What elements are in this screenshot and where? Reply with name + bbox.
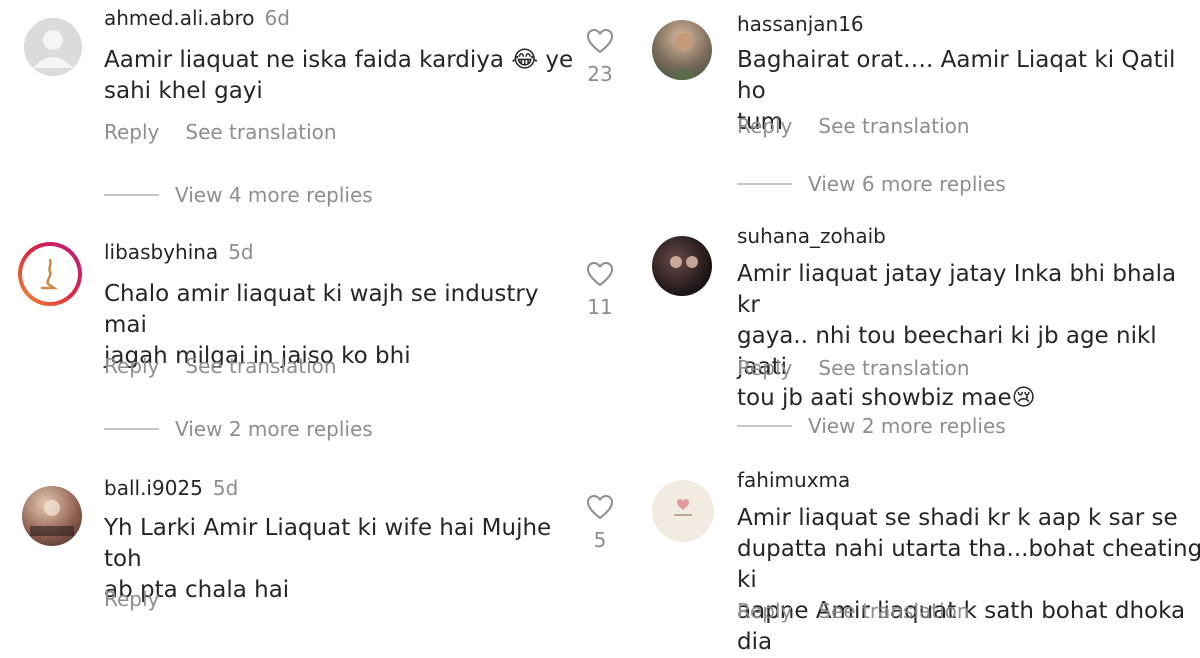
like-control: 23 bbox=[580, 28, 620, 86]
comment-text-line: tou jb aati showbiz mae😢 bbox=[737, 385, 1036, 411]
comment-timestamp: 6d bbox=[264, 6, 290, 30]
username-text[interactable]: libasbyhina bbox=[104, 240, 218, 264]
photo-icon bbox=[30, 500, 74, 536]
reply-button[interactable]: Reply bbox=[737, 599, 792, 623]
comment-text-line: Baghairat orat…. Aamir Liaqat ki Qatil h… bbox=[737, 47, 1176, 104]
like-control: 5 bbox=[580, 494, 620, 552]
heart-icon[interactable] bbox=[586, 28, 614, 54]
reply-button[interactable]: Reply bbox=[104, 120, 159, 144]
comment-timestamp: 5d bbox=[228, 240, 254, 264]
comment-actions: Reply bbox=[104, 587, 159, 611]
view-more-label: View 6 more replies bbox=[808, 172, 1006, 196]
view-more-replies-button[interactable]: View 2 more replies bbox=[104, 417, 373, 441]
default-avatar-icon[interactable] bbox=[24, 18, 82, 76]
view-more-label: View 2 more replies bbox=[175, 417, 373, 441]
comment-text: Amir liaquat se shadi kr k aap k sar se … bbox=[737, 503, 1200, 658]
comment-text-line: Amir liaquat se shadi kr k aap k sar se bbox=[737, 505, 1178, 531]
photo-avatar[interactable] bbox=[652, 236, 712, 296]
comment-actions: Reply See translation bbox=[104, 120, 337, 144]
heart-sticker-avatar[interactable] bbox=[652, 480, 714, 542]
username-text[interactable]: ahmed.ali.abro bbox=[104, 6, 254, 30]
divider-line bbox=[737, 425, 792, 427]
reply-button[interactable]: Reply bbox=[104, 587, 159, 611]
view-more-label: View 2 more replies bbox=[808, 414, 1006, 438]
hanger-logo-icon bbox=[40, 258, 59, 290]
comment-text-line: Aamir liaquat ne iska faida kardiya 😂 ye bbox=[104, 47, 574, 73]
comment-username[interactable]: ball.i9025 5d bbox=[104, 476, 238, 500]
comment-actions: Reply See translation bbox=[104, 354, 337, 378]
see-translation-button[interactable]: See translation bbox=[818, 599, 969, 623]
comment-text-line: Amir liaquat jatay jatay Inka bhi bhala … bbox=[737, 261, 1177, 318]
comment-timestamp: 5d bbox=[212, 476, 239, 500]
like-count: 5 bbox=[593, 528, 607, 552]
comment-text: Aamir liaquat ne iska faida kardiya 😂 ye… bbox=[104, 45, 574, 107]
comment-actions: Reply See translation bbox=[737, 599, 970, 623]
comment-text-line: Yh Larki Amir Liaquat ki wife hai Mujhe … bbox=[104, 515, 552, 572]
comment-username[interactable]: hassanjan16 bbox=[737, 12, 864, 36]
comment-text-line: sahi khel gayi bbox=[104, 78, 263, 104]
comment-text-line: dupatta nahi utarta tha...bohat cheating… bbox=[737, 536, 1200, 593]
username-text[interactable]: suhana_zohaib bbox=[737, 224, 886, 248]
comment-username[interactable]: libasbyhina 5d bbox=[104, 240, 254, 264]
reply-button[interactable]: Reply bbox=[737, 356, 792, 380]
reply-button[interactable]: Reply bbox=[104, 354, 159, 378]
comment-text: Amir liaquat jatay jatay Inka bhi bhala … bbox=[737, 259, 1197, 414]
like-control: 11 bbox=[580, 261, 620, 319]
comment-username[interactable]: fahimuxma bbox=[737, 468, 850, 492]
view-more-replies-button[interactable]: View 2 more replies bbox=[737, 414, 1006, 438]
username-text[interactable]: fahimuxma bbox=[737, 468, 850, 492]
comment-actions: Reply See translation bbox=[737, 356, 970, 380]
divider-line bbox=[737, 183, 792, 185]
see-translation-button[interactable]: See translation bbox=[185, 120, 336, 144]
view-more-replies-button[interactable]: View 6 more replies bbox=[737, 172, 1006, 196]
photo-icon bbox=[670, 256, 698, 268]
comment-username[interactable]: ahmed.ali.abro 6d bbox=[104, 6, 290, 30]
heart-icon[interactable] bbox=[586, 261, 614, 287]
comment-text-line: Chalo amir liaquat ki wajh se industry m… bbox=[104, 281, 539, 338]
heart-sticker-icon bbox=[674, 499, 692, 516]
like-count: 11 bbox=[587, 295, 613, 319]
view-more-label: View 4 more replies bbox=[175, 183, 373, 207]
avatar-inner bbox=[22, 246, 78, 302]
view-more-replies-button[interactable]: View 4 more replies bbox=[104, 183, 373, 207]
heart-icon[interactable] bbox=[586, 494, 614, 520]
divider-line bbox=[104, 428, 159, 430]
comment-actions: Reply See translation bbox=[737, 114, 970, 138]
comment-text: Yh Larki Amir Liaquat ki wife hai Mujhe … bbox=[104, 513, 574, 606]
username-text[interactable]: hassanjan16 bbox=[737, 12, 864, 36]
photo-avatar[interactable] bbox=[652, 20, 712, 80]
photo-avatar[interactable] bbox=[22, 486, 82, 546]
like-count: 23 bbox=[587, 62, 613, 86]
reply-button[interactable]: Reply bbox=[737, 114, 792, 138]
see-translation-button[interactable]: See translation bbox=[818, 356, 969, 380]
username-text[interactable]: ball.i9025 bbox=[104, 476, 203, 500]
photo-icon bbox=[670, 33, 698, 80]
comment-text-line: ab pta chala hai bbox=[104, 577, 290, 603]
brand-logo-avatar[interactable] bbox=[18, 242, 82, 306]
see-translation-button[interactable]: See translation bbox=[185, 354, 336, 378]
divider-line bbox=[104, 194, 159, 196]
see-translation-button[interactable]: See translation bbox=[818, 114, 969, 138]
comment-username[interactable]: suhana_zohaib bbox=[737, 224, 886, 248]
